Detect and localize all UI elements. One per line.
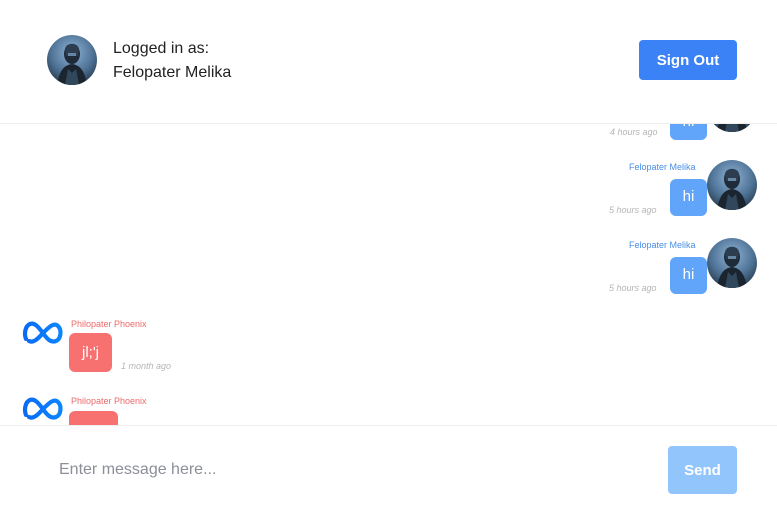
message-input[interactable] bbox=[44, 448, 644, 492]
meta-logo-icon bbox=[21, 394, 65, 422]
avatar-icon bbox=[47, 35, 97, 85]
message-item: Philopater Phoenix jl;'j 1 month ago bbox=[0, 310, 777, 388]
avatar-icon bbox=[707, 160, 757, 210]
message-bubble: hi bbox=[670, 179, 707, 216]
chat-header: Logged in as: Felopater Melika Sign Out bbox=[0, 0, 777, 124]
message-sender: Philopater Phoenix bbox=[71, 396, 147, 406]
logged-in-label: Logged in as: bbox=[113, 40, 210, 57]
message-item: hi 4 hours ago bbox=[0, 124, 777, 154]
message-bubble: jl;'j bbox=[69, 333, 112, 372]
avatar-icon bbox=[707, 124, 757, 132]
message-item: Philopater Phoenix bbox=[0, 388, 777, 425]
message-sender: Felopater Melika bbox=[629, 162, 696, 172]
meta-logo-icon bbox=[21, 318, 65, 346]
message-item: Felopater Melika hi 5 hours ago bbox=[0, 154, 777, 232]
sign-out-button[interactable]: Sign Out bbox=[639, 40, 737, 80]
message-sender: Philopater Phoenix bbox=[71, 319, 147, 329]
message-sender: Felopater Melika bbox=[629, 240, 696, 250]
message-bubble bbox=[69, 411, 118, 425]
message-item: Felopater Melika hi 5 hours ago bbox=[0, 232, 777, 310]
send-button[interactable]: Send bbox=[668, 446, 737, 494]
message-timestamp: 4 hours ago bbox=[610, 127, 658, 137]
current-user-name: Felopater Melika bbox=[113, 64, 232, 81]
message-timestamp: 5 hours ago bbox=[609, 283, 657, 293]
message-bubble: hi bbox=[670, 124, 707, 140]
message-list[interactable]: hi 4 hours ago Felopater Melika hi 5 hou… bbox=[0, 124, 777, 425]
avatar-icon bbox=[707, 238, 757, 288]
message-timestamp: 5 hours ago bbox=[609, 205, 657, 215]
message-bubble: hi bbox=[670, 257, 707, 294]
message-timestamp: 1 month ago bbox=[121, 361, 172, 371]
message-composer: Send bbox=[0, 425, 777, 509]
